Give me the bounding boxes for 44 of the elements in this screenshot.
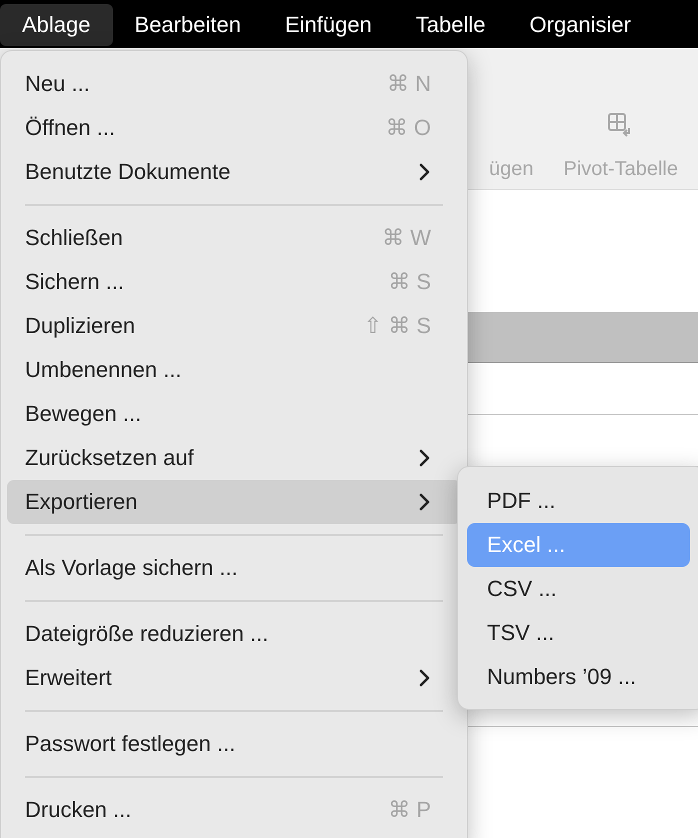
- menu-item-label: Benutzte Dokumente: [25, 159, 230, 185]
- menu-item[interactable]: Benutzte Dokumente: [7, 150, 461, 194]
- menu-item-label: Passwort festlegen ...: [25, 731, 236, 757]
- menu-item-label: Duplizieren: [25, 313, 136, 339]
- menu-bar-item[interactable]: Ablage: [0, 4, 113, 46]
- shortcut-label: ⌘ S: [388, 269, 431, 295]
- submenu-item[interactable]: CSV ...: [467, 567, 690, 611]
- menu-item[interactable]: Umbenennen ...: [7, 348, 461, 392]
- menu-item-label: Bewegen ...: [25, 401, 142, 427]
- submenu-item[interactable]: TSV ...: [467, 611, 690, 655]
- shortcut-label: ⌘ W: [382, 225, 431, 251]
- menu-bar-item[interactable]: Organisier: [508, 4, 653, 46]
- menu-item-label: Neu ...: [25, 71, 90, 97]
- shortcut-label: ⌘ N: [387, 71, 431, 97]
- menu-bar-item[interactable]: Bearbeiten: [112, 4, 263, 46]
- shortcut-label: ⌘ P: [388, 797, 431, 823]
- menu-item[interactable]: Erweitert: [7, 656, 461, 700]
- menu-item[interactable]: Bewegen ...: [7, 392, 461, 436]
- menu-item[interactable]: Öffnen ... ⌘ O: [7, 106, 461, 150]
- menu-item[interactable]: Als Vorlage sichern ...: [7, 546, 461, 590]
- menu-item[interactable]: Dateigröße reduzieren ...: [7, 612, 461, 656]
- menu-item-label: Drucken ...: [25, 797, 132, 823]
- menu-item-label: Umbenennen ...: [25, 357, 182, 383]
- menu-item-label: Als Vorlage sichern ...: [25, 555, 238, 581]
- shortcut-label: ⇧ ⌘ S: [364, 313, 431, 339]
- menu-item[interactable]: Passwort festlegen ...: [7, 722, 461, 766]
- menu-item-label: Sichern ...: [25, 269, 124, 295]
- shortcut-label: ⌘ O: [386, 115, 431, 141]
- menu-item[interactable]: Drucken ... ⌘ P: [7, 788, 461, 832]
- menu-bar-item[interactable]: Einfügen: [262, 4, 394, 46]
- menu-item[interactable]: Zurücksetzen auf: [7, 436, 461, 480]
- menu-item[interactable]: Schließen ⌘ W: [7, 216, 461, 260]
- menu-item[interactable]: Sichern ... ⌘ S: [7, 260, 461, 304]
- menu-item-label: Öffnen ...: [25, 115, 116, 141]
- submenu-item[interactable]: Numbers ’09 ...: [467, 655, 690, 699]
- menu-item-label: Erweitert: [25, 665, 112, 691]
- menu-item-label: Dateigröße reduzieren ...: [25, 621, 268, 647]
- menu-item-label: Exportieren: [25, 489, 138, 515]
- menu-item-label: Zurücksetzen auf: [25, 445, 194, 471]
- menu-item-label: Schließen: [25, 225, 123, 251]
- menu-item[interactable]: Neu ... ⌘ N: [7, 62, 461, 106]
- menu-bar-item[interactable]: Tabelle: [394, 4, 508, 46]
- submenu-item[interactable]: PDF ...: [467, 479, 690, 523]
- menu-item[interactable]: Duplizieren ⇧ ⌘ S: [7, 304, 461, 348]
